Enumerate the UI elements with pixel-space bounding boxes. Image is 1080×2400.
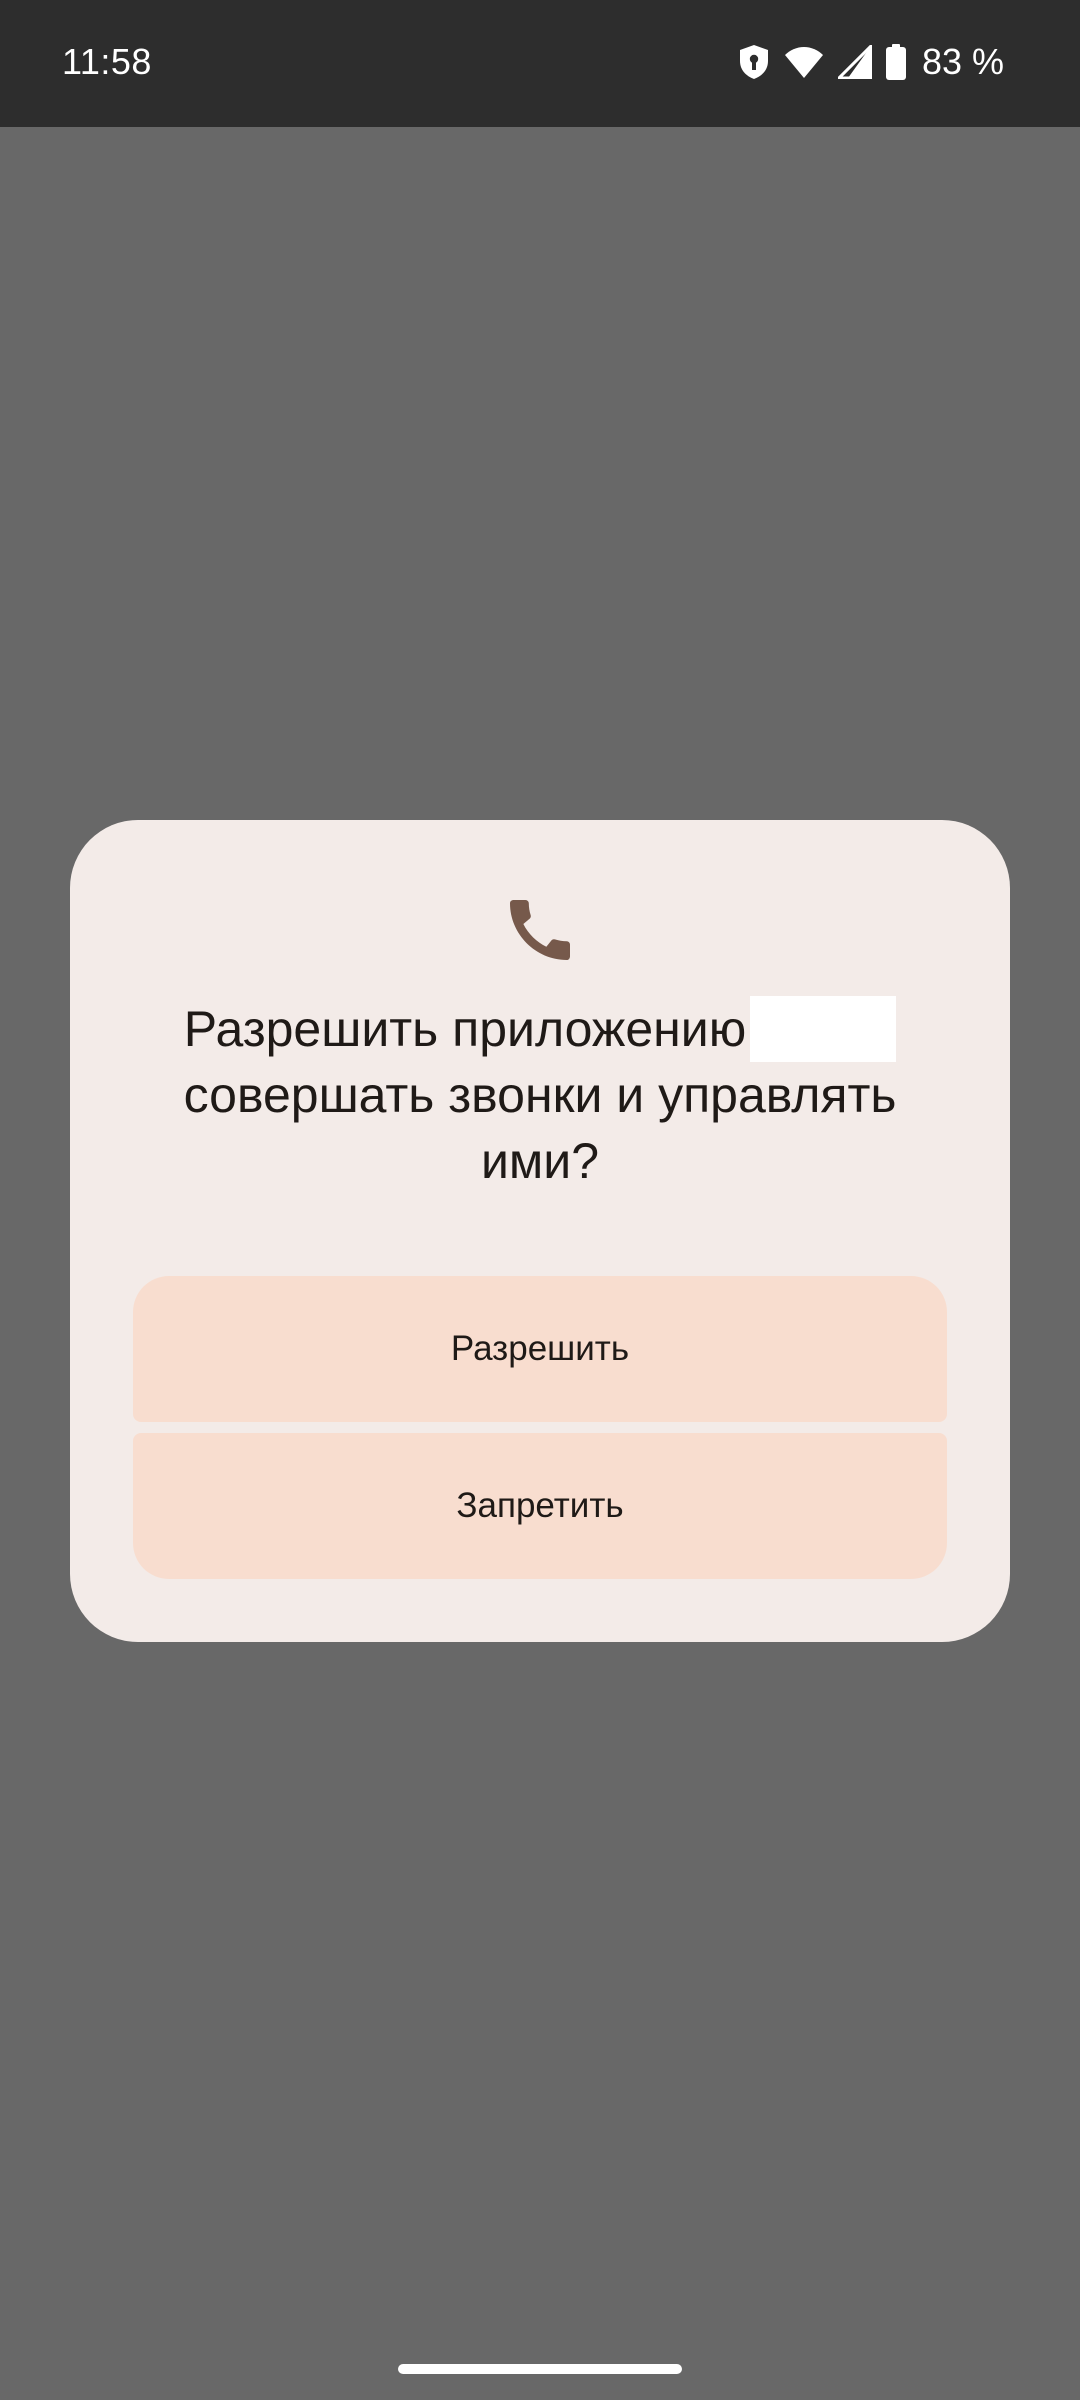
status-bar: 11:58 83 % [0,0,1080,127]
status-icons: 83 % [738,40,1004,84]
redacted-app-name [750,996,897,1062]
allow-button[interactable]: Разрешить [133,1276,947,1422]
battery-percentage: 83 % [921,41,1004,82]
battery-icon [885,44,906,80]
dialog-title-line-1: Разрешить приложению [183,1001,747,1057]
gesture-nav-handle[interactable] [398,2364,682,2374]
deny-button[interactable]: Запретить [133,1433,947,1579]
phone-icon [510,900,570,960]
shield-icon [739,45,768,79]
wifi-icon [784,47,823,78]
status-time: 11:58 [62,41,152,82]
deny-button-label: Запретить [456,1486,624,1525]
cell-signal-icon [837,45,872,79]
dialog-title-rest: совершать звонки и управлять ими? [183,1067,897,1189]
dialog-title: Разрешить приложению совершать звонки и … [130,996,950,1194]
allow-button-label: Разрешить [450,1329,630,1368]
